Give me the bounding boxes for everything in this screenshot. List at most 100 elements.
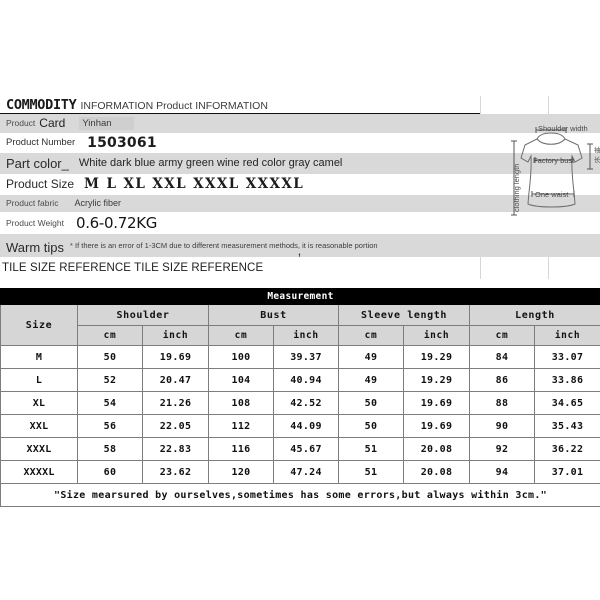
product-size-label: Product Size — [6, 177, 75, 192]
cell-bust-cm: 104 — [208, 368, 274, 392]
cell-bust-cm: 108 — [208, 391, 274, 415]
table-row: M 50 19.69 100 39.37 49 19.29 84 33.07 — [0, 345, 600, 369]
cell-bust-inch: 44.09 — [273, 414, 339, 438]
cell-length-inch: 33.07 — [534, 345, 600, 369]
cell-length-cm: 94 — [469, 460, 535, 484]
tile-reference-value: TILE SIZE REFERENCE TILE SIZE REFERENCE — [2, 262, 264, 274]
cell-size: M — [0, 345, 78, 369]
cell-size: XXXL — [0, 437, 78, 461]
commodity-title: COMMODITY — [6, 97, 77, 113]
product-card-value: Yinhan — [79, 117, 134, 131]
cell-length-cm: 86 — [469, 368, 535, 392]
measurement-title: Measurement — [0, 288, 600, 305]
header-length: Length — [469, 304, 600, 326]
cell-sleeve-cm: 49 — [338, 345, 404, 369]
commodity-subtitle: INFORMATION Product INFORMATION — [80, 100, 268, 112]
product-size-chart-page: COMMODITY INFORMATION Product INFORMATION… — [0, 0, 600, 600]
product-fabric-value: Acrylic fiber — [74, 198, 121, 209]
cell-sleeve-inch: 19.29 — [403, 368, 470, 392]
header-bust-cm: cm — [208, 325, 274, 346]
header-divider-2 — [548, 96, 549, 114]
cell-length-inch: 33.86 — [534, 368, 600, 392]
product-card-label-small: Product — [6, 118, 36, 129]
product-weight-label: Product Weight — [6, 218, 64, 228]
cell-length-inch: 35.43 — [534, 414, 600, 438]
cell-sleeve-cm: 51 — [338, 460, 404, 484]
table-group-header-row: Size Shoulder Bust Sleeve length Length — [0, 304, 600, 346]
warm-tips-label: Warm tips — [6, 240, 65, 256]
cell-length-cm: 90 — [469, 414, 535, 438]
table-row: XXL 56 22.05 112 44.09 50 19.69 90 35.43 — [0, 414, 600, 438]
table-footnote-row: "Size mearsured by ourselves,sometimes h… — [0, 483, 600, 507]
info-row-warm-tips: Warm tips * If there is an error of 1-3CM… — [0, 234, 600, 257]
part-color-value: White dark blue army green wine red colo… — [78, 157, 343, 170]
product-card-label-large: Card — [39, 116, 66, 131]
cell-shoulder-inch: 19.69 — [142, 345, 209, 369]
warm-tips-value: * If there is an error of 1-3CM due to d… — [70, 241, 378, 250]
cell-bust-inch: 47.24 — [273, 460, 339, 484]
cell-sleeve-cm: 50 — [338, 414, 404, 438]
cell-sleeve-inch: 20.08 — [403, 437, 470, 461]
table-row: XXXXL 60 23.62 120 47.24 51 20.08 94 37.… — [0, 460, 600, 484]
header-divider-1 — [480, 96, 481, 114]
cell-bust-cm: 100 — [208, 345, 274, 369]
table-unit-header-row: cm inch cm inch cm inch cm inch — [1, 325, 600, 346]
product-weight-value: 0.6-0.72KG — [75, 214, 158, 232]
cell-length-cm: 84 — [469, 345, 535, 369]
cell-shoulder-cm: 54 — [77, 391, 143, 415]
header-shoulder-cm: cm — [77, 325, 143, 346]
cell-sleeve-inch: 19.29 — [403, 345, 470, 369]
header-sleeve-length: Sleeve length — [338, 304, 470, 326]
cell-size: XXXXL — [0, 460, 78, 484]
cell-size: XL — [0, 391, 78, 415]
cell-length-cm: 92 — [469, 437, 535, 461]
cell-shoulder-inch: 22.83 — [142, 437, 209, 461]
diagram-waist-label: One waist — [535, 190, 569, 199]
header-shoulder-inch: inch — [142, 325, 209, 346]
cell-sleeve-cm: 49 — [338, 368, 404, 392]
cell-bust-inch: 39.37 — [273, 345, 339, 369]
table-row: XXXL 58 22.83 116 45.67 51 20.08 92 36.2… — [0, 437, 600, 461]
diagram-bust-label: Factory bust — [533, 156, 575, 165]
cell-size: XXL — [0, 414, 78, 438]
cell-bust-cm: 112 — [208, 414, 274, 438]
tile-divider-1 — [480, 257, 481, 279]
cell-shoulder-inch: 23.62 — [142, 460, 209, 484]
header-bust-inch: inch — [273, 325, 339, 346]
cell-sleeve-cm: 50 — [338, 391, 404, 415]
cell-shoulder-cm: 56 — [77, 414, 143, 438]
header-bust: Bust — [208, 304, 339, 326]
header-size: Size — [0, 304, 78, 346]
commodity-header: COMMODITY INFORMATION Product INFORMATION — [0, 96, 600, 115]
product-fabric-label: Product fabric — [6, 198, 59, 209]
product-number-label: Product Number — [6, 137, 76, 148]
cell-length-cm: 88 — [469, 391, 535, 415]
diagram-length-label: clothing length — [512, 164, 521, 212]
header-sleeve-cm: cm — [338, 325, 404, 346]
cell-bust-inch: 40.94 — [273, 368, 339, 392]
cell-shoulder-inch: 20.47 — [142, 368, 209, 392]
cell-length-inch: 37.01 — [534, 460, 600, 484]
tshirt-measurement-diagram: Shoulder width Factory bust One waist cl… — [506, 122, 600, 230]
cell-sleeve-cm: 51 — [338, 437, 404, 461]
cell-shoulder-cm: 60 — [77, 460, 143, 484]
cell-shoulder-inch: 22.05 — [142, 414, 209, 438]
diagram-sleeve-label-cjk-2: 长 — [594, 155, 600, 164]
diagram-shoulder-label: Shoulder width — [538, 124, 588, 133]
header-length-cm: cm — [469, 325, 535, 346]
measurement-table: Measurement Size Shoulder Bust Sleeve le… — [0, 288, 600, 507]
info-row-tile-reference: TILE SIZE REFERENCE TILE SIZE REFERENCE — [0, 257, 600, 279]
measurement-footnote: "Size mearsured by ourselves,sometimes h… — [0, 483, 600, 507]
table-row: XL 54 21.26 108 42.52 50 19.69 88 34.65 — [0, 391, 600, 415]
cell-shoulder-cm: 58 — [77, 437, 143, 461]
diagram-sleeve-label-cjk: 袖 — [594, 145, 600, 154]
header-sleeve-inch: inch — [403, 325, 470, 346]
cell-shoulder-cm: 52 — [77, 368, 143, 392]
table-row: L 52 20.47 104 40.94 49 19.29 86 33.86 — [0, 368, 600, 392]
cell-bust-inch: 42.52 — [273, 391, 339, 415]
product-size-value: M L XL XXL XXXL XXXXL — [84, 176, 305, 193]
cell-shoulder-inch: 21.26 — [142, 391, 209, 415]
cell-bust-cm: 116 — [208, 437, 274, 461]
cell-length-inch: 36.22 — [534, 437, 600, 461]
cell-sleeve-inch: 19.69 — [403, 391, 470, 415]
